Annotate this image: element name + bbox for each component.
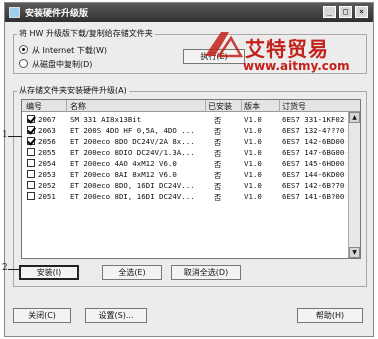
row-checkbox[interactable] [27, 126, 35, 134]
disk-radio-label[interactable]: 从磁盘中复制(D) [32, 59, 92, 70]
internet-radio-label[interactable]: 从 Internet 下载(W) [32, 45, 107, 56]
row-checkbox[interactable] [27, 137, 35, 145]
watermark-logo [205, 32, 244, 58]
cell-name: SM 331 AI8x13Bit [70, 115, 142, 124]
scroll-down-icon[interactable]: ▼ [349, 247, 360, 258]
cell-version: V1.0 [244, 115, 262, 124]
cell-id: 2063 [38, 126, 56, 135]
cell-order: 6ES7 142-6B?70- [282, 181, 346, 190]
cell-id: 2054 [38, 159, 56, 168]
callout-2-line [8, 269, 20, 270]
callout-1: 1 [2, 130, 8, 140]
help-button[interactable]: 帮助(H) [297, 308, 363, 323]
col-header-installed[interactable]: 已安装 [208, 101, 232, 112]
cell-name: ET 200eco 4AO 4xM12 V6.0 [70, 159, 177, 168]
col-header-order[interactable]: 订货号 [282, 101, 306, 112]
watermark-url: www.aitmy.com [243, 59, 350, 73]
row-checkbox[interactable] [27, 159, 35, 167]
select-all-button[interactable]: 全选(E) [102, 265, 162, 280]
watermark-text: 艾特贸易 [245, 37, 329, 61]
close-button[interactable]: 关闭(C) [13, 308, 71, 323]
cell-order: 6ES7 141-6B?00- [282, 192, 346, 201]
table-row[interactable]: 2063 ET 200S 4DO HF 0,5A, 4DO ... 否 V1.0 6ES… [22, 125, 346, 136]
maximize-button[interactable]: □ [339, 6, 352, 18]
cell-name: ET 200eco 8AI 8xM12 V6.0 [70, 170, 177, 179]
minimize-button[interactable]: _ [323, 6, 336, 18]
close-window-button[interactable]: × [355, 6, 368, 18]
cell-version: V1.0 [244, 170, 262, 179]
hw-updates-table: 编号 名称 已安装 版本 订货号 2067 SM 331 AI8x13Bit 否 V1… [21, 99, 361, 259]
cell-name: ET 200eco 8DI, 16DI DC24V... [70, 192, 195, 201]
cell-version: V1.0 [244, 181, 262, 190]
cell-installed: 否 [214, 193, 222, 202]
cell-order: 6ES7 147-6BG00- [282, 148, 346, 157]
table-row[interactable]: 2052 ET 200eco 8DO, 16DI DC24V... 否 V1.0 6ES… [22, 180, 346, 191]
cell-order: 6ES7 144-6KD00- [282, 170, 346, 179]
row-checkbox[interactable] [27, 170, 35, 178]
install-hw-updates-dialog: 安装硬件升级版 _ □ × 将 HW 升级版下载/复制给存储文件夹 从 Inte… [4, 2, 374, 337]
cell-version: V1.0 [244, 159, 262, 168]
cell-version: V1.0 [244, 148, 262, 157]
table-scrollbar[interactable]: ▲ ▼ [348, 112, 360, 258]
cell-order: 6ES7 331-1KF02- [282, 115, 346, 124]
table-row[interactable]: 2067 SM 331 AI8x13Bit 否 V1.0 6ES7 331-1KF02- [22, 114, 346, 125]
col-header-id[interactable]: 编号 [26, 101, 42, 112]
cell-order: 6ES7 142-6BD00- [282, 137, 346, 146]
install-group-label: 从存储文件夹安装硬件升级(A) [17, 85, 129, 96]
cell-version: V1.0 [244, 137, 262, 146]
table-row[interactable]: 2053 ET 200eco 8AI 8xM12 V6.0 否 V1.0 6ES7 14… [22, 169, 346, 180]
callout-2: 2 [2, 263, 8, 273]
cell-id: 2055 [38, 148, 56, 157]
table-row[interactable]: 2051 ET 200eco 8DI, 16DI DC24V... 否 V1.0 6ES… [22, 191, 346, 202]
row-checkbox[interactable] [27, 148, 35, 156]
row-checkbox[interactable] [27, 192, 35, 200]
settings-button[interactable]: 设置(S)... [85, 308, 147, 323]
cell-version: V1.0 [244, 192, 262, 201]
source-group-label: 将 HW 升级版下载/复制给存储文件夹 [17, 28, 155, 39]
internet-radio[interactable] [19, 45, 28, 54]
cell-id: 2052 [38, 181, 56, 190]
cell-name: ET 200S 4DO HF 0,5A, 4DO ... [70, 126, 195, 135]
table-row[interactable]: 2055 ET 200eco 8DIO DC24V/1.3A... 否 V1.0 6ES… [22, 147, 346, 158]
col-header-name[interactable]: 名称 [70, 101, 86, 112]
cell-id: 2053 [38, 170, 56, 179]
col-header-version[interactable]: 版本 [244, 101, 260, 112]
app-icon [9, 7, 20, 18]
table-row[interactable]: 2054 ET 200eco 4AO 4xM12 V6.0 否 V1.0 6ES7 14… [22, 158, 346, 169]
cell-id: 2067 [38, 115, 56, 124]
cell-name: ET 200eco 8DO DC24V/2A 8x... [70, 137, 195, 146]
cell-order: 6ES7 145-6HD00- [282, 159, 346, 168]
table-header: 编号 名称 已安装 版本 订货号 [22, 100, 360, 112]
row-checkbox[interactable] [27, 181, 35, 189]
table-row[interactable]: 2056 ET 200eco 8DO DC24V/2A 8x... 否 V1.0 6ES… [22, 136, 346, 147]
title-bar[interactable]: 安装硬件升级版 _ □ × [5, 3, 373, 22]
window-title: 安装硬件升级版 [25, 9, 89, 19]
cell-name: ET 200eco 8DIO DC24V/1.3A... [70, 148, 195, 157]
cell-order: 6ES7 132-4???0- [282, 126, 346, 135]
scroll-up-icon[interactable]: ▲ [349, 112, 360, 123]
cell-version: V1.0 [244, 126, 262, 135]
cell-id: 2056 [38, 137, 56, 146]
disk-radio[interactable] [19, 59, 28, 68]
row-checkbox[interactable] [27, 115, 35, 123]
callout-1-line [8, 136, 22, 137]
install-button[interactable]: 安装(I) [19, 265, 79, 280]
cell-name: ET 200eco 8DO, 16DI DC24V... [70, 181, 195, 190]
deselect-all-button[interactable]: 取消全选(D) [171, 265, 241, 280]
cell-id: 2051 [38, 192, 56, 201]
